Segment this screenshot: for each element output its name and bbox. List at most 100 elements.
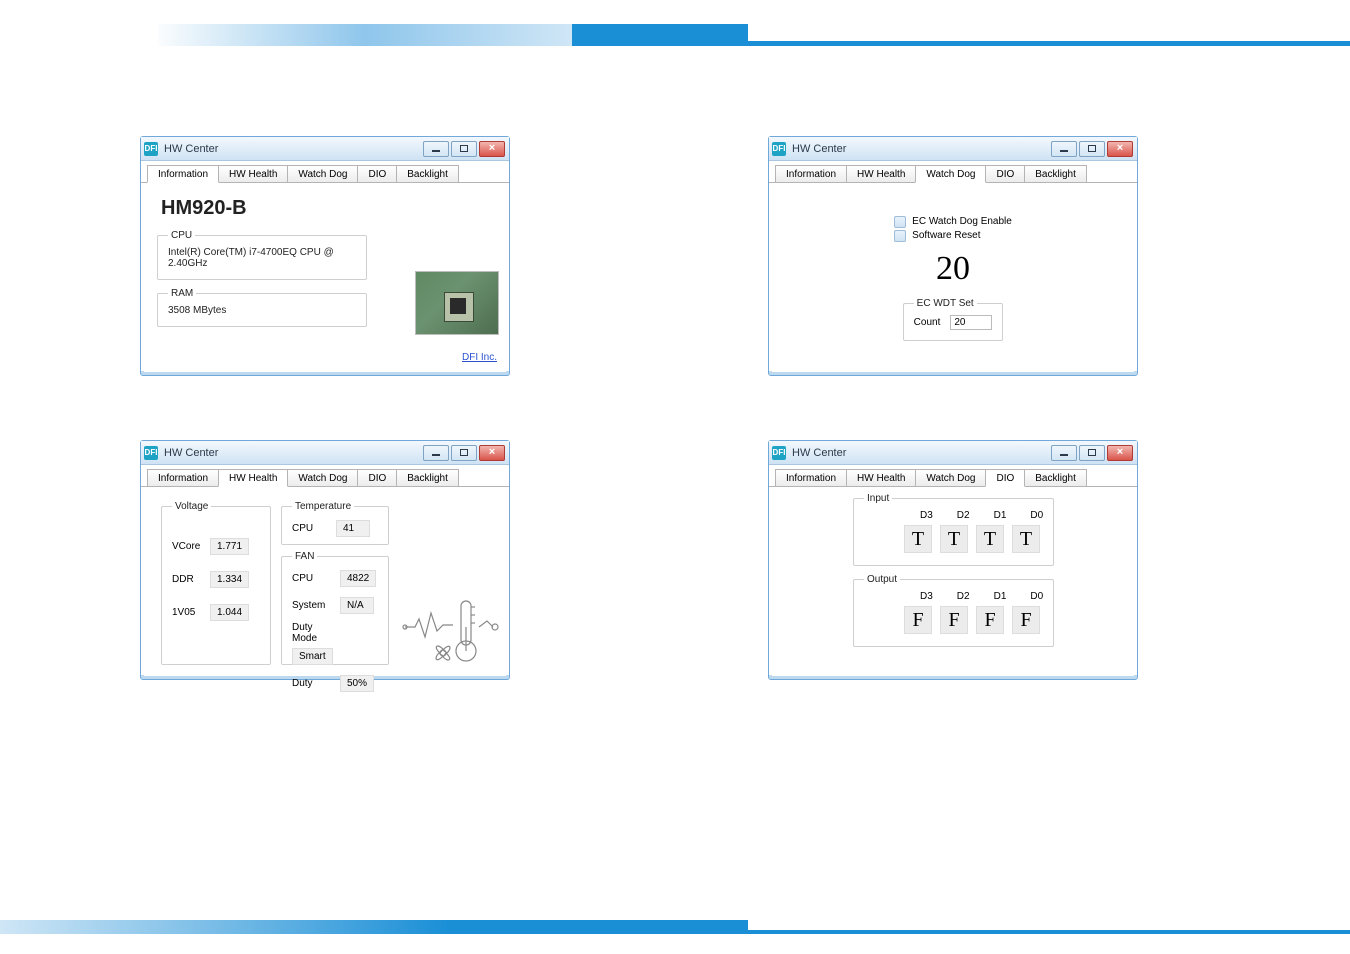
dio-input-cell[interactable]: T [904,525,932,553]
maximize-button[interactable] [451,445,477,461]
temp-value: 41 [336,520,370,537]
count-input[interactable] [950,315,992,330]
close-button[interactable]: × [1107,445,1133,461]
app-icon: DFI [772,446,786,460]
dio-input-cell[interactable]: T [940,525,968,553]
maximize-button[interactable] [1079,141,1105,157]
tab-dio[interactable]: DIO [985,165,1025,182]
dio-input-cell[interactable]: T [976,525,1004,553]
ram-legend: RAM [168,288,196,299]
window-title: HW Center [164,447,423,459]
dio-header: D1 [994,510,1007,521]
fan-label: Duty [292,678,340,689]
hw-center-window-hw-health: DFI HW Center × Information HW Health Wa… [140,440,510,680]
dio-header: D0 [1030,510,1043,521]
fan-legend: FAN [292,551,317,562]
tab-hw-health[interactable]: HW Health [846,165,916,182]
close-button[interactable]: × [479,445,505,461]
titlebar[interactable]: DFI HW Center × [769,137,1137,161]
dio-header: D2 [957,510,970,521]
tab-dio[interactable]: DIO [985,469,1025,487]
hw-center-window-dio: DFI HW Center × Information HW Health Wa… [768,440,1138,680]
minimize-button[interactable] [423,141,449,157]
tabs: Information HW Health Watch Dog DIO Back… [769,465,1137,487]
fan-value: Smart [292,648,333,665]
dio-header: D1 [994,591,1007,602]
dio-header: D3 [920,510,933,521]
dio-input-legend: Input [864,493,892,504]
tab-watch-dog[interactable]: Watch Dog [915,469,986,486]
dio-output-cell[interactable]: F [940,606,968,634]
tab-information[interactable]: Information [147,469,219,486]
tab-backlight[interactable]: Backlight [396,165,459,182]
dio-header: D3 [920,591,933,602]
titlebar[interactable]: DFI HW Center × [769,441,1137,465]
hw-center-window-watch-dog: DFI HW Center × Information HW Health Wa… [768,136,1138,376]
dfi-link[interactable]: DFI Inc. [462,352,497,363]
tab-dio[interactable]: DIO [357,165,397,182]
tab-watch-dog[interactable]: Watch Dog [915,165,986,183]
tab-hw-health[interactable]: HW Health [846,469,916,486]
tab-information[interactable]: Information [147,165,219,183]
app-icon: DFI [144,142,158,156]
window-title: HW Center [164,143,423,155]
fan-value: 50% [340,675,374,692]
tabs: Information HW Health Watch Dog DIO Back… [141,161,509,183]
minimize-button[interactable] [1051,141,1077,157]
app-icon: DFI [772,142,786,156]
tab-hw-health[interactable]: HW Health [218,165,288,182]
dio-output-cell[interactable]: F [976,606,1004,634]
fan-label: System [292,600,340,611]
voltage-label: VCore [172,541,210,552]
watchdog-countdown-display: 20 [936,250,970,288]
voltage-value: 1.771 [210,538,249,555]
dio-input-cell[interactable]: T [1012,525,1040,553]
tab-watch-dog[interactable]: Watch Dog [287,469,358,486]
voltage-value: 1.044 [210,604,249,621]
close-button[interactable]: × [479,141,505,157]
software-reset-checkbox[interactable]: Software Reset [894,230,1012,242]
fan-label: Duty Mode [292,622,340,644]
titlebar[interactable]: DFI HW Center × [141,441,509,465]
tab-backlight[interactable]: Backlight [1024,165,1087,182]
ram-value: 3508 MBytes [168,305,356,316]
thermometer-fan-icon [401,597,501,667]
dio-output-legend: Output [864,574,900,585]
minimize-button[interactable] [423,445,449,461]
minimize-button[interactable] [1051,445,1077,461]
tab-watch-dog[interactable]: Watch Dog [287,165,358,182]
tab-information[interactable]: Information [775,469,847,486]
dio-header: D0 [1030,591,1043,602]
software-reset-label: Software Reset [912,230,980,241]
ec-wdt-set-legend: EC WDT Set [914,298,977,309]
model-name: HM920-B [161,197,499,220]
dio-output-cell[interactable]: F [1012,606,1040,634]
voltage-label: 1V05 [172,607,210,618]
app-icon: DFI [144,446,158,460]
voltage-label: DDR [172,574,210,585]
fan-label: CPU [292,573,340,584]
voltage-legend: Voltage [172,501,211,512]
ec-watchdog-enable-checkbox[interactable]: EC Watch Dog Enable [894,216,1012,228]
count-label: Count [914,317,941,328]
temperature-legend: Temperature [292,501,354,512]
tabs: Information HW Health Watch Dog DIO Back… [769,161,1137,183]
window-title: HW Center [792,447,1051,459]
dio-output-cell[interactable]: F [904,606,932,634]
dio-header: D2 [957,591,970,602]
maximize-button[interactable] [451,141,477,157]
hw-center-window-information: DFI HW Center × Information HW Health Wa… [140,136,510,376]
titlebar[interactable]: DFI HW Center × [141,137,509,161]
tab-hw-health[interactable]: HW Health [218,469,288,487]
board-image [415,271,499,335]
ec-watchdog-enable-label: EC Watch Dog Enable [912,216,1012,227]
window-title: HW Center [792,143,1051,155]
temp-label: CPU [292,523,336,534]
tab-dio[interactable]: DIO [357,469,397,486]
fan-value: N/A [340,597,374,614]
tab-backlight[interactable]: Backlight [396,469,459,486]
maximize-button[interactable] [1079,445,1105,461]
tab-backlight[interactable]: Backlight [1024,469,1087,486]
close-button[interactable]: × [1107,141,1133,157]
tab-information[interactable]: Information [775,165,847,182]
